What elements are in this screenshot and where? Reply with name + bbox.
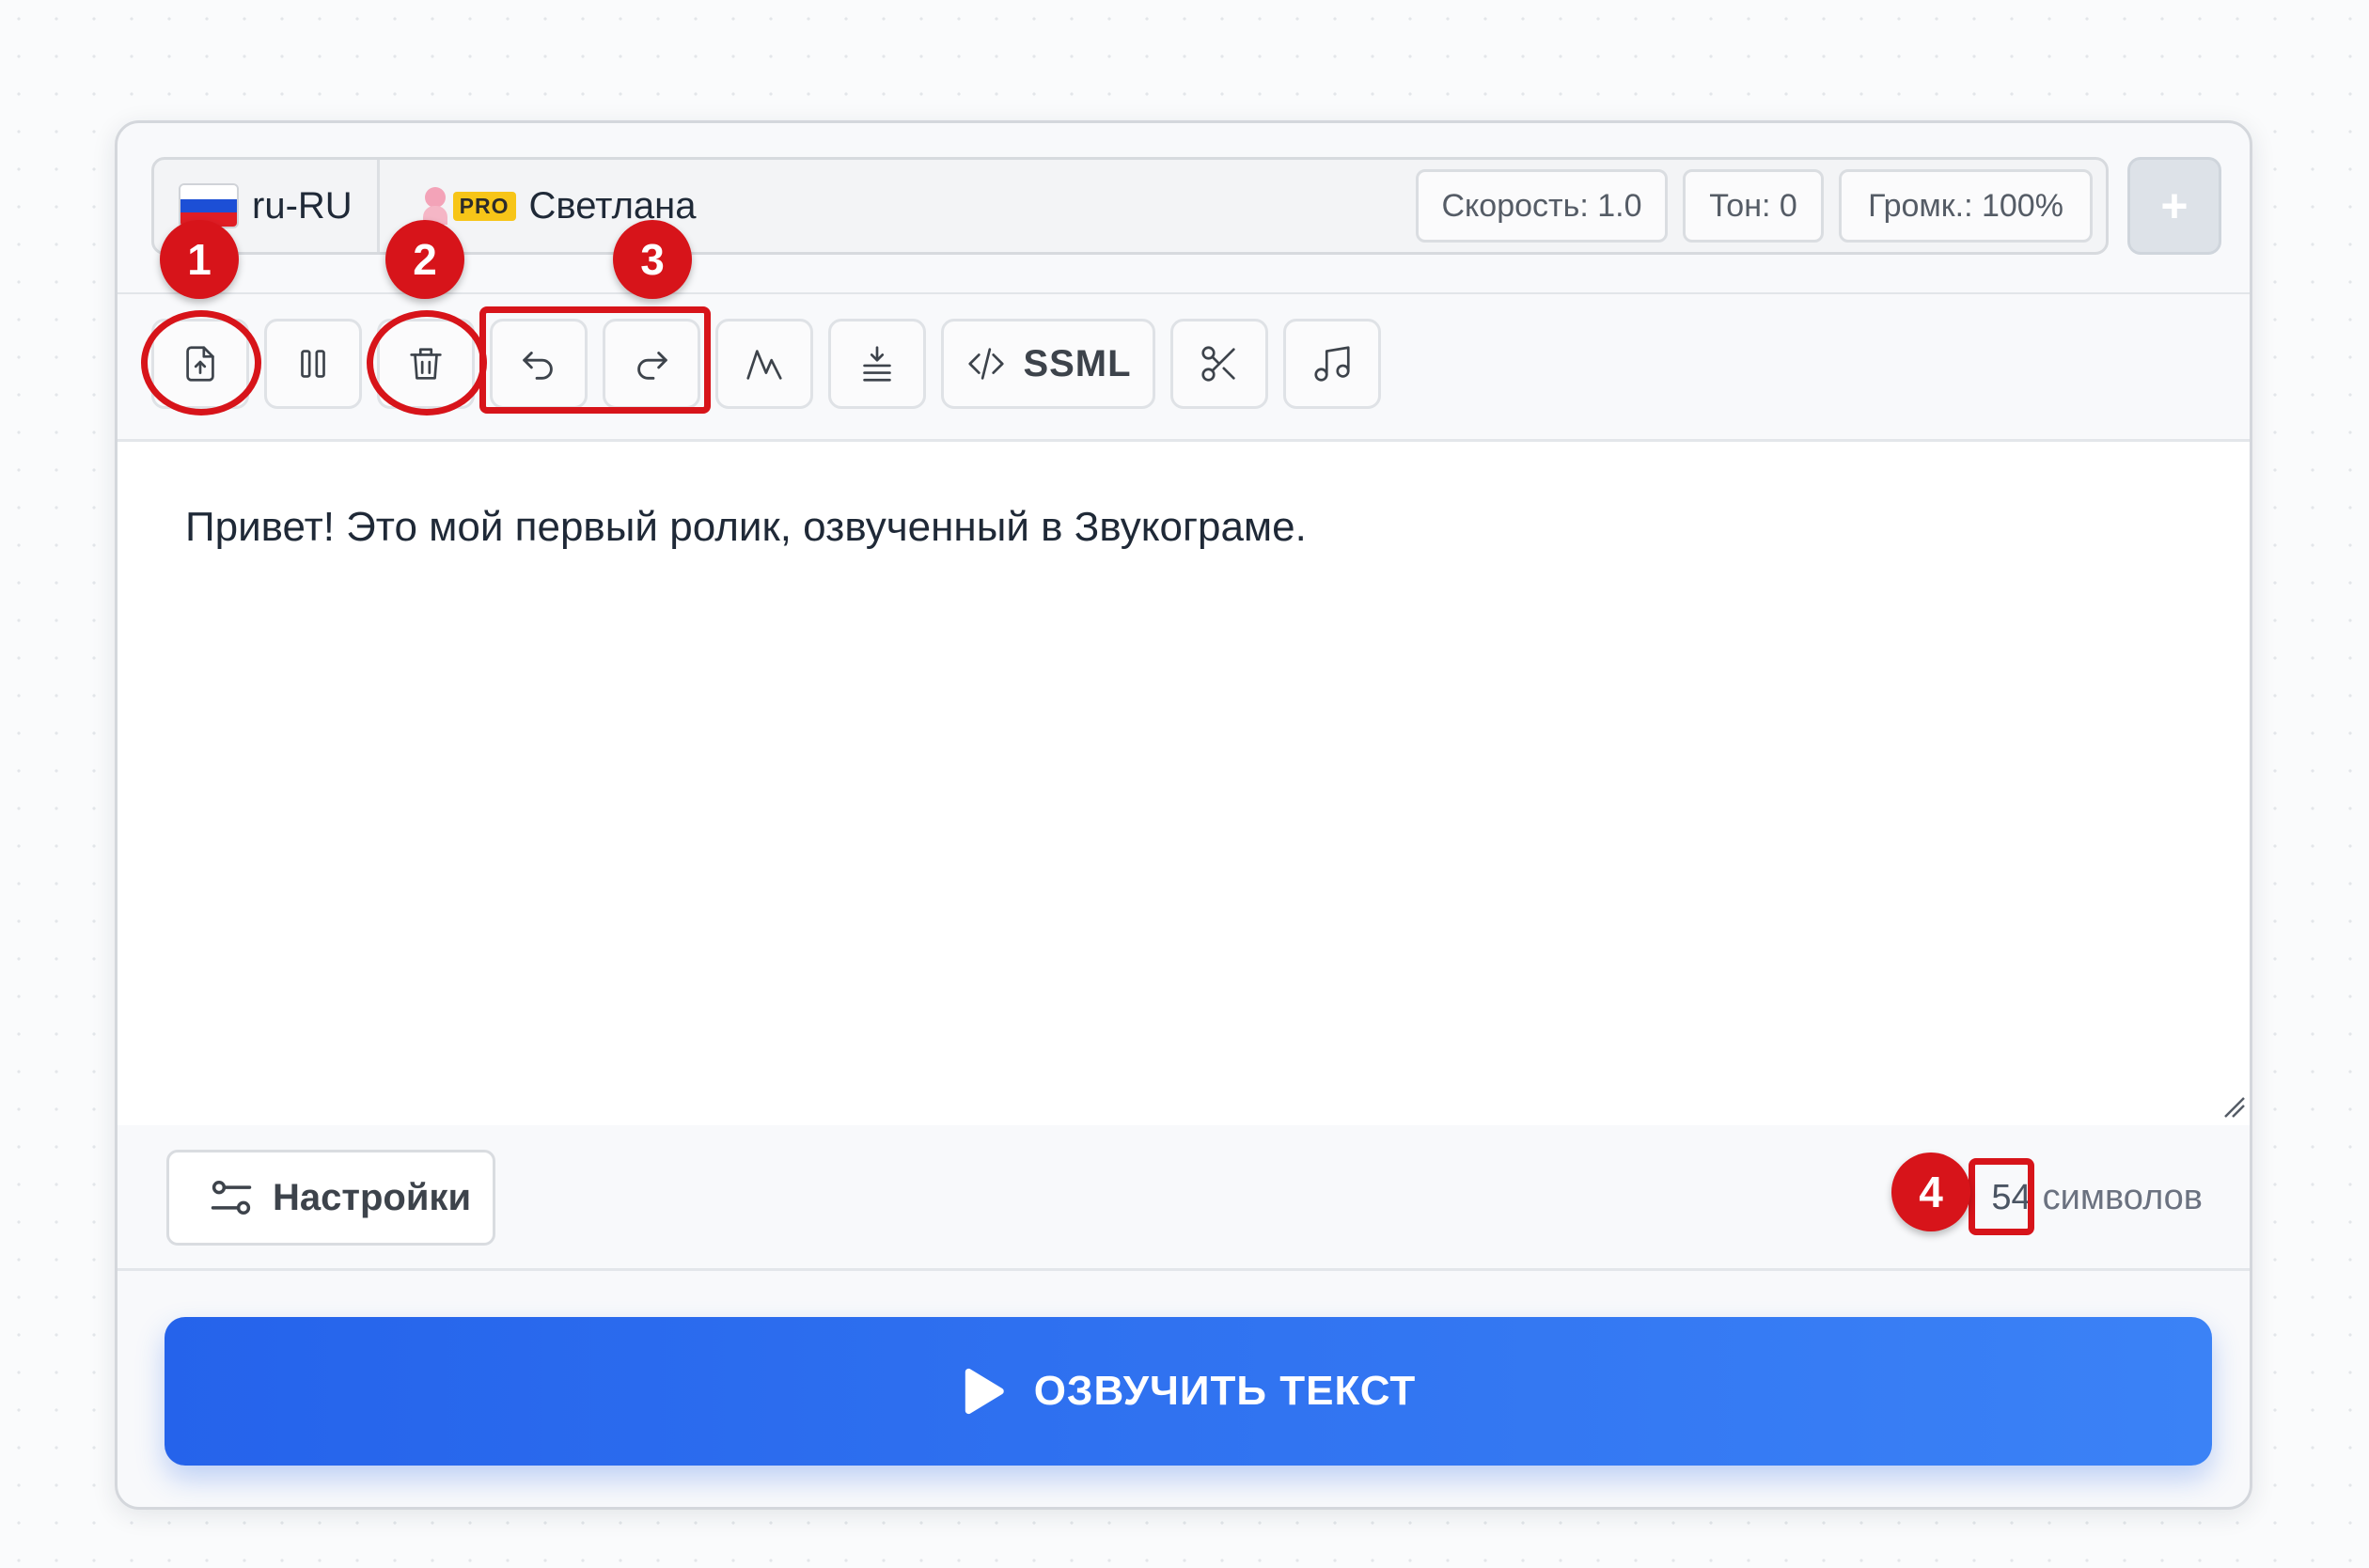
speak-label: ОЗВУЧИТЬ ТЕКСТ: [1033, 1368, 1417, 1414]
annotation-circle-clear: [367, 310, 487, 416]
music-button[interactable]: [1283, 319, 1381, 409]
music-note-icon: [1314, 346, 1350, 382]
annotation-circle-upload: [141, 310, 261, 416]
code-icon: [968, 348, 1005, 380]
character-unit: символов: [2042, 1178, 2203, 1217]
settings-label: Настройки: [273, 1176, 472, 1218]
intonation-button[interactable]: [715, 319, 813, 409]
annotation-rect-undo-redo: [479, 306, 711, 414]
ssml-label: SSML: [1023, 342, 1132, 384]
pro-badge: PRO: [452, 191, 516, 221]
scissors-icon: [1201, 346, 1235, 382]
language-code: ru-RU: [252, 184, 353, 227]
annotation-badge-2: 2: [385, 220, 464, 299]
sliders-icon: [211, 1181, 252, 1215]
insert-break-icon: [863, 346, 891, 382]
resize-handle-icon[interactable]: [2221, 1094, 2246, 1119]
annotation-badge-4: 4: [1891, 1152, 1970, 1231]
cut-button[interactable]: [1170, 319, 1268, 409]
intonation-wave-icon: [746, 350, 782, 380]
annotation-badge-3: 3: [613, 220, 692, 299]
editor-text: Привет! Это мой первый ролик, озвученный…: [185, 504, 1307, 550]
annotation-rect-counter: [1969, 1158, 2034, 1235]
pause-icon: [301, 350, 325, 378]
voice-avatar-icon: [422, 187, 447, 225]
voice-name: Светлана: [528, 184, 697, 227]
volume-control[interactable]: Громк.: 100%: [1839, 169, 2093, 243]
settings-button[interactable]: Настройки: [166, 1150, 495, 1246]
annotation-badge-1: 1: [160, 220, 239, 299]
play-icon: [965, 1368, 1004, 1415]
pause-button[interactable]: [264, 319, 362, 409]
pause-insert-button[interactable]: [828, 319, 926, 409]
text-editor[interactable]: Привет! Это мой первый ролик, озвученный…: [118, 439, 2250, 1130]
ssml-button[interactable]: SSML: [941, 319, 1155, 409]
speak-text-button[interactable]: ОЗВУЧИТЬ ТЕКСТ: [165, 1317, 2212, 1466]
pitch-control[interactable]: Тон: 0: [1683, 169, 1824, 243]
speed-control[interactable]: Скорость: 1.0: [1416, 169, 1668, 243]
add-voice-button[interactable]: +: [2127, 157, 2221, 255]
